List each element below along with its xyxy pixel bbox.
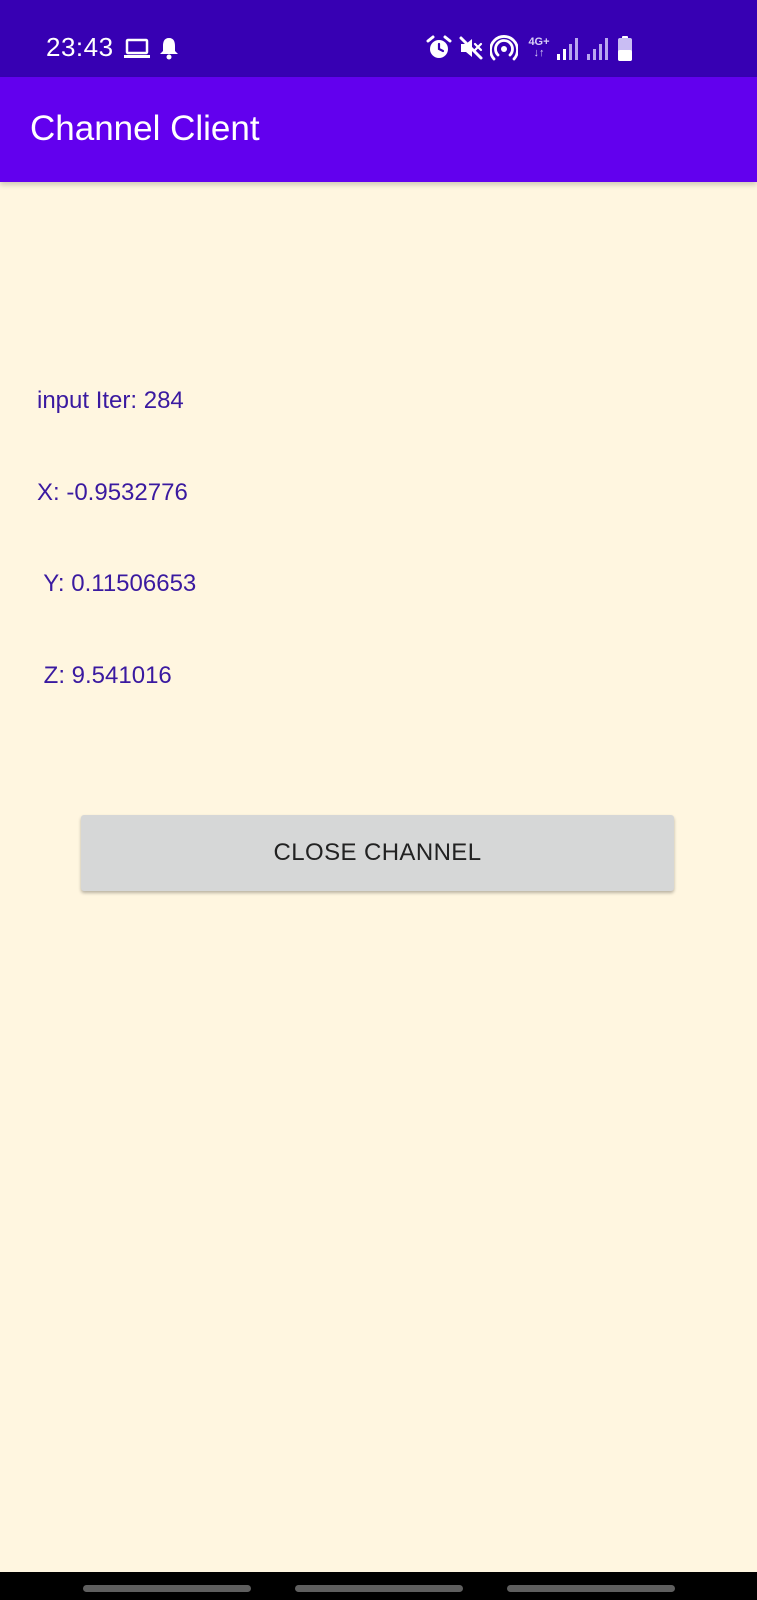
- status-time: 23:43: [46, 32, 114, 62]
- sensor-readout: input Iter: 284 X: -0.9532776 Y: 0.11506…: [37, 325, 196, 722]
- notification-bell-icon: [160, 38, 178, 60]
- laptop-icon: [124, 38, 150, 58]
- app-title: Channel Client: [30, 109, 260, 148]
- status-bar: 23:43 4G+ ↓↑: [0, 0, 757, 77]
- battery-icon: [618, 36, 632, 61]
- close-channel-button[interactable]: CLOSE CHANNEL: [81, 815, 674, 891]
- alarm-icon: [426, 35, 452, 58]
- network-4g-icon: 4G+ ↓↑: [528, 36, 550, 59]
- signal-icon: [557, 38, 578, 60]
- z-value-text: Z: 9.541016: [37, 661, 172, 689]
- nav-back-button[interactable]: [507, 1585, 675, 1592]
- hotspot-icon: [490, 35, 518, 61]
- mute-icon: [459, 36, 483, 60]
- signal-icon: [587, 38, 608, 60]
- y-value-text: Y: 0.11506653: [37, 570, 197, 597]
- navigation-bar: [0, 1572, 757, 1600]
- nav-home-button[interactable]: [295, 1585, 463, 1592]
- nav-recents-button[interactable]: [83, 1585, 251, 1592]
- iteration-count-text: input Iter: 284: [37, 387, 184, 414]
- app-bar: Channel Client: [0, 77, 757, 182]
- x-value-text: X: -0.9532776: [37, 478, 188, 506]
